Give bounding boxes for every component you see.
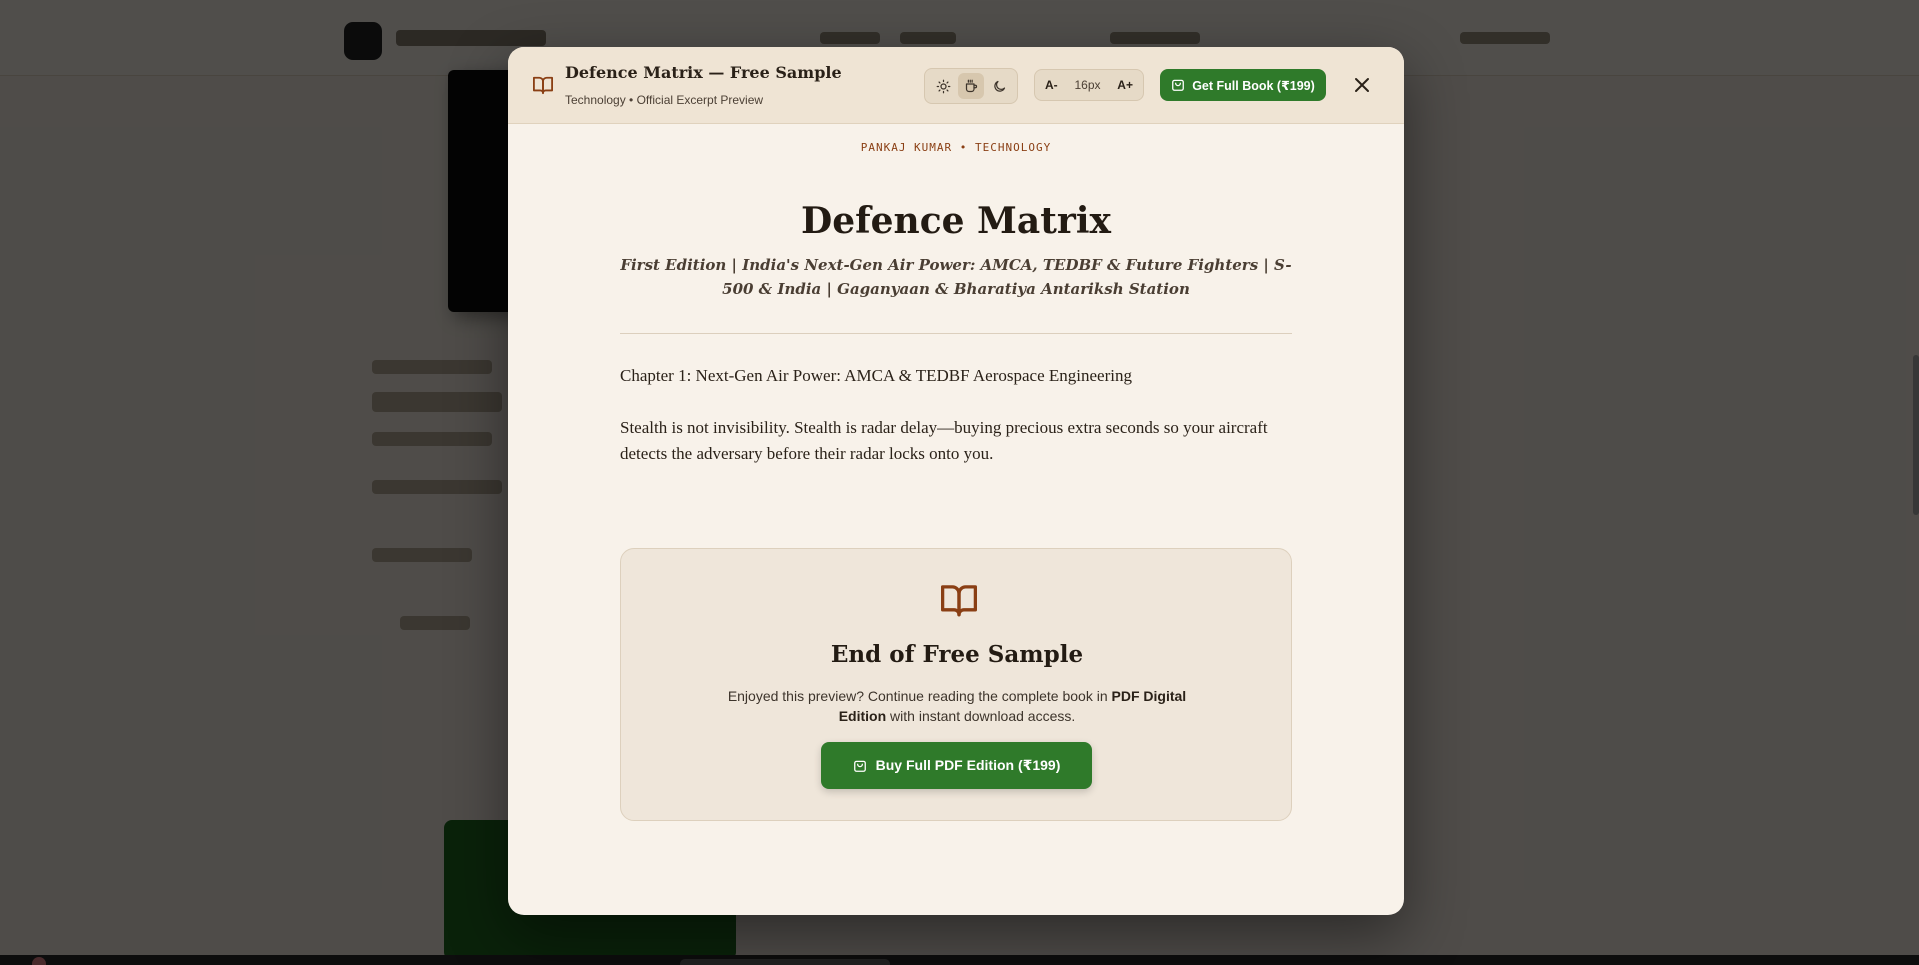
- end-of-sample-title: End of Free Sample: [830, 641, 1084, 668]
- buy-full-pdf-label: Buy Full PDF Edition (₹199): [875, 757, 1061, 773]
- light-theme-button[interactable]: [930, 73, 956, 99]
- font-size-value: 16px: [1074, 78, 1101, 92]
- get-full-book-button[interactable]: Get Full Book (₹199): [1160, 69, 1326, 101]
- dark-theme-button[interactable]: [986, 73, 1012, 99]
- modal-header: Defence Matrix — Free Sample Technology …: [508, 47, 1404, 124]
- sample-reader-modal: Defence Matrix — Free Sample Technology …: [508, 47, 1404, 915]
- font-size-control: A- 16px A+: [1034, 69, 1144, 101]
- coffee-icon: [965, 79, 977, 92]
- modal-title: Defence Matrix — Free Sample: [565, 63, 842, 82]
- book-title: Defence Matrix: [801, 200, 1111, 242]
- chapter-heading: Chapter 1: Next-Gen Air Power: AMCA & TE…: [620, 366, 1132, 385]
- modal-subtitle: Technology • Official Excerpt Preview: [565, 93, 764, 107]
- close-icon: [1355, 78, 1369, 92]
- excerpt-paragraph: Stealth is not invisibility. Stealth is …: [620, 418, 1268, 463]
- shopping-bag-icon: [1172, 79, 1185, 91]
- shopping-bag-icon: [853, 760, 866, 772]
- end-text-after: with instant download access.: [886, 708, 1076, 724]
- sun-icon: [936, 79, 950, 93]
- buy-full-pdf-button[interactable]: Buy Full PDF Edition (₹199): [821, 742, 1092, 789]
- end-of-sample-text: Enjoyed this preview? Continue reading t…: [727, 686, 1187, 726]
- moon-icon: [993, 80, 1005, 92]
- author-byline: PANKAJ KUMAR • TECHNOLOGY: [860, 141, 1052, 154]
- font-increase-button[interactable]: A+: [1117, 78, 1133, 92]
- book-open-icon: [533, 76, 553, 95]
- sepia-theme-button[interactable]: [958, 73, 984, 99]
- content-divider: [620, 333, 1292, 334]
- theme-switcher: [924, 68, 1018, 104]
- end-text-before: Enjoyed this preview? Continue reading t…: [727, 688, 1112, 704]
- end-of-sample-card: End of Free Sample Enjoyed this preview?…: [620, 548, 1292, 821]
- book-subtitle: First Edition | India's Next-Gen Air Pow…: [620, 256, 1292, 298]
- get-full-book-label: Get Full Book (₹199): [1192, 78, 1315, 93]
- book-open-icon: [941, 585, 977, 617]
- close-button[interactable]: [1350, 73, 1374, 97]
- font-decrease-button[interactable]: A-: [1045, 78, 1058, 92]
